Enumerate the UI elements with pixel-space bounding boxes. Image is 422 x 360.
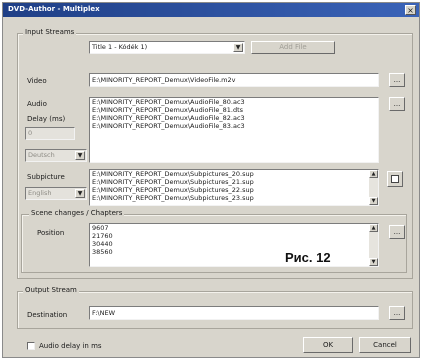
- close-icon[interactable]: ×: [405, 5, 416, 15]
- scroll-up-icon[interactable]: ▲: [369, 170, 378, 178]
- square-icon: [391, 175, 399, 183]
- cancel-button[interactable]: Cancel: [359, 337, 411, 353]
- scene-changes-label: Scene changes / Chapters: [29, 209, 125, 217]
- subpicture-browse-button[interactable]: [387, 171, 403, 187]
- list-item[interactable]: 38560: [90, 248, 378, 256]
- ok-button[interactable]: OK: [303, 337, 353, 353]
- chapter-browse-button[interactable]: ...: [389, 225, 405, 239]
- list-item[interactable]: E:\MINORITY_REPORT_Demux\AudioFile_80.ac…: [90, 98, 378, 106]
- list-item[interactable]: E:\MINORITY_REPORT_Demux\AudioFile_82.ac…: [90, 114, 378, 122]
- chapter-position-list[interactable]: 9607 21760 30440 38560 ▲ ▼: [89, 223, 379, 267]
- list-item[interactable]: E:\MINORITY_REPORT_Demux\Subpictures_20.…: [90, 170, 378, 178]
- scroll-up-icon[interactable]: ▲: [369, 224, 378, 232]
- position-label: Position: [37, 229, 65, 237]
- chapter-scrollbar[interactable]: ▲ ▼: [369, 224, 378, 266]
- video-label: Video: [27, 77, 47, 85]
- audio-browse-button[interactable]: ...: [389, 97, 405, 111]
- delay-label: Delay (ms): [27, 115, 66, 123]
- subpicture-language-combo[interactable]: English ▼: [25, 187, 87, 200]
- figure-caption: Рис. 12: [285, 250, 331, 265]
- subpicture-file-list[interactable]: E:\MINORITY_REPORT_Demux\Subpictures_20.…: [89, 169, 379, 206]
- scroll-down-icon[interactable]: ▼: [369, 197, 378, 205]
- audio-delay-checkbox[interactable]: [27, 342, 35, 350]
- delay-value: 0: [28, 129, 33, 137]
- chevron-down-icon[interactable]: ▼: [75, 151, 85, 160]
- destination-browse-button[interactable]: ...: [389, 306, 405, 320]
- list-item[interactable]: E:\MINORITY_REPORT_Demux\AudioFile_81.dt…: [90, 106, 378, 114]
- audio-language-combo[interactable]: Deutsch ▼: [25, 149, 87, 162]
- destination-label: Destination: [27, 311, 68, 319]
- list-item[interactable]: 9607: [90, 224, 378, 232]
- list-item[interactable]: E:\MINORITY_REPORT_Demux\Subpictures_23.…: [90, 194, 378, 202]
- scroll-down-icon[interactable]: ▼: [369, 258, 378, 266]
- input-streams-label: Input Streams: [23, 28, 77, 36]
- video-path-value: E:\MINORITY_REPORT_Demux\VideoFile.m2v: [92, 76, 236, 84]
- chevron-down-icon[interactable]: ▼: [233, 43, 243, 52]
- list-item[interactable]: E:\MINORITY_REPORT_Demux\Subpictures_22.…: [90, 186, 378, 194]
- output-stream-label: Output Stream: [23, 286, 79, 294]
- video-browse-button[interactable]: ...: [389, 73, 405, 87]
- subpicture-scrollbar[interactable]: ▲ ▼: [369, 170, 378, 205]
- add-file-button[interactable]: Add File: [251, 41, 335, 54]
- audio-label: Audio: [27, 100, 47, 108]
- destination-input[interactable]: F:\NEW: [89, 306, 379, 320]
- subpicture-label: Subpicture: [27, 173, 65, 181]
- delay-input[interactable]: 0: [25, 127, 75, 140]
- audio-file-list[interactable]: E:\MINORITY_REPORT_Demux\AudioFile_80.ac…: [89, 97, 379, 163]
- title-combo-value: Title 1 - Kódék 1): [92, 43, 148, 51]
- destination-value: F:\NEW: [92, 309, 116, 317]
- audio-delay-label: Audio delay in ms: [39, 342, 102, 350]
- window-title: DVD-Author - Multiplex: [8, 5, 100, 13]
- list-item[interactable]: 21760: [90, 232, 378, 240]
- video-path-field[interactable]: E:\MINORITY_REPORT_Demux\VideoFile.m2v: [89, 73, 379, 87]
- chevron-down-icon[interactable]: ▼: [75, 189, 85, 198]
- multiplex-dialog: DVD-Author - Multiplex × Input Streams T…: [2, 2, 420, 358]
- list-item[interactable]: 30440: [90, 240, 378, 248]
- title-combo[interactable]: Title 1 - Kódék 1) ▼: [89, 41, 245, 54]
- list-item[interactable]: E:\MINORITY_REPORT_Demux\AudioFile_83.ac…: [90, 122, 378, 130]
- list-item[interactable]: E:\MINORITY_REPORT_Demux\Subpictures_21.…: [90, 178, 378, 186]
- title-bar[interactable]: DVD-Author - Multiplex ×: [3, 3, 419, 17]
